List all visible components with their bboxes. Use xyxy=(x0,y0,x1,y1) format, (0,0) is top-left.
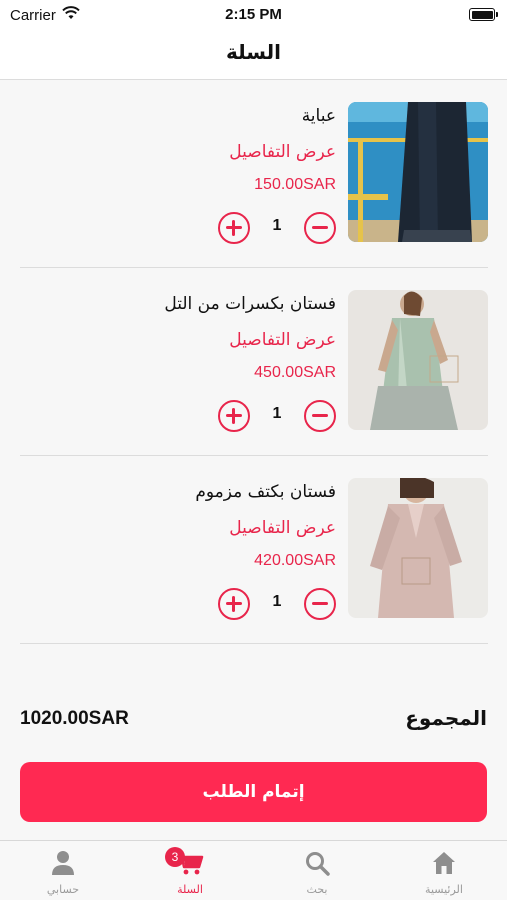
quantity-value: 1 xyxy=(272,593,282,610)
view-details-link[interactable]: عرض التفاصيل xyxy=(229,142,336,162)
product-name: فستان بكتف مزموم xyxy=(195,482,336,502)
status-time: 2:15 PM xyxy=(225,6,282,23)
tab-home[interactable]: الرئيسية xyxy=(381,841,507,900)
checkout-button[interactable]: إتمام الطلب xyxy=(20,762,487,822)
decrease-quantity-button[interactable] xyxy=(304,400,336,432)
product-image-abaya[interactable] xyxy=(348,102,488,242)
tab-search[interactable]: بحث xyxy=(254,841,380,900)
tab-label: الرئيسية xyxy=(425,883,463,896)
product-name: فستان بكسرات من التل xyxy=(164,294,336,314)
quantity-stepper: 1 xyxy=(218,212,336,244)
user-icon xyxy=(48,848,78,878)
cart-count-badge: 3 xyxy=(165,847,185,867)
tab-label: السلة xyxy=(177,883,203,896)
home-icon xyxy=(429,848,459,878)
quantity-value: 1 xyxy=(272,405,282,422)
increase-quantity-button[interactable] xyxy=(218,588,250,620)
product-name: عباية xyxy=(301,106,336,126)
decrease-quantity-button[interactable] xyxy=(304,212,336,244)
total-value: 1020.00SAR xyxy=(20,708,129,729)
navigation-bar: السلة xyxy=(0,28,507,80)
tab-label: بحث xyxy=(306,883,328,896)
cart-item: فستان بكسرات من التل عرض التفاصيل 450.00… xyxy=(20,268,488,456)
minus-icon xyxy=(312,602,328,605)
search-icon xyxy=(302,848,332,878)
product-price: 150.00SAR xyxy=(254,176,336,193)
status-bar: Carrier 2:15 PM xyxy=(0,0,507,28)
tab-cart[interactable]: 3 السلة xyxy=(127,841,253,900)
minus-icon xyxy=(312,226,328,229)
product-image-tulle-dress[interactable] xyxy=(348,290,488,430)
increase-quantity-button[interactable] xyxy=(218,400,250,432)
cart-item: فستان بكتف مزموم عرض التفاصيل 420.00SAR … xyxy=(20,456,488,644)
tab-label: حسابي xyxy=(46,883,80,896)
minus-icon xyxy=(312,414,328,417)
quantity-stepper: 1 xyxy=(218,400,336,432)
tab-account[interactable]: حسابي xyxy=(0,841,126,900)
product-image-shoulder-dress[interactable] xyxy=(348,478,488,618)
total-label: المجموع xyxy=(405,706,487,730)
cart-item: عباية عرض التفاصيل 150.00SAR 1 xyxy=(20,80,488,268)
view-details-link[interactable]: عرض التفاصيل xyxy=(229,330,336,350)
quantity-value: 1 xyxy=(272,217,282,234)
quantity-stepper: 1 xyxy=(218,588,336,620)
battery-icon xyxy=(469,8,498,21)
product-price: 420.00SAR xyxy=(254,552,336,569)
increase-quantity-button[interactable] xyxy=(218,212,250,244)
product-price: 450.00SAR xyxy=(254,364,336,381)
view-details-link[interactable]: عرض التفاصيل xyxy=(229,518,336,538)
page-title: السلة xyxy=(225,40,281,64)
tab-bar: الرئيسية بحث 3 السلة حسابي xyxy=(0,840,507,900)
decrease-quantity-button[interactable] xyxy=(304,588,336,620)
